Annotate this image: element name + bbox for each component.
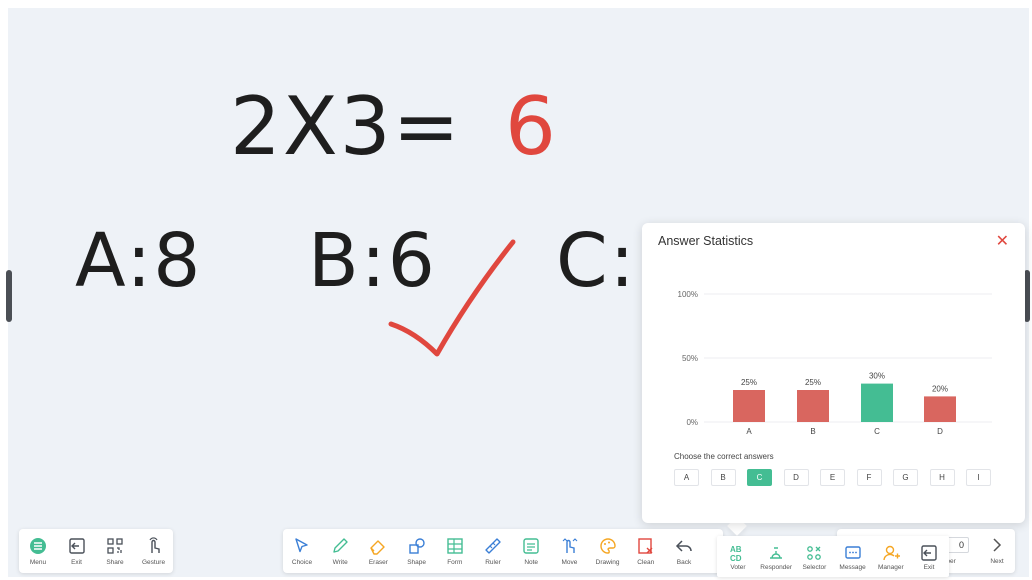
tool-menu-button[interactable]: Menu [19, 529, 57, 573]
answer-option-b[interactable]: B [710, 469, 736, 486]
next-label: Next [990, 558, 1004, 565]
chevron-right-icon [993, 538, 1002, 552]
x-tick-label: A [746, 427, 752, 436]
tool-drawing-button[interactable]: Drawing [589, 529, 627, 573]
y-tick-label: 50% [682, 354, 698, 363]
selector-icon [807, 546, 822, 560]
bar-a [733, 390, 765, 422]
exit-icon [68, 538, 85, 554]
answer-option-f[interactable]: F [856, 469, 882, 486]
tool-eraser-button[interactable]: Eraser [359, 529, 397, 573]
note-icon [523, 538, 539, 554]
interaction-toolbar: AB CD Voter Responder Selector Message Manager… [717, 536, 949, 577]
bar-b [797, 390, 829, 422]
answer-option-e[interactable]: E [820, 469, 845, 486]
tool-move-button[interactable]: Move [550, 529, 588, 573]
tool-shape-button[interactable]: Shape [398, 529, 436, 573]
svg-text:AB: AB [730, 545, 742, 554]
clean-icon [638, 538, 653, 554]
back-icon [675, 540, 692, 552]
y-tick-label: 0% [686, 418, 698, 427]
share-icon [107, 538, 123, 554]
shape-icon [408, 538, 425, 554]
tool-selector-button[interactable]: Selector [795, 536, 833, 580]
equation-text: 2X3= [230, 80, 462, 173]
left-toolbar: Menu Exit Share Gesture [19, 529, 173, 573]
bar-value-label: 25% [805, 378, 821, 387]
tool-note-button[interactable]: Note [512, 529, 550, 573]
tool-gesture-button[interactable]: Gesture [135, 529, 173, 573]
manager-icon [883, 545, 900, 561]
message-icon [844, 546, 861, 559]
tool-choice-button[interactable]: Choice [283, 529, 321, 573]
x-tick-label: D [937, 427, 943, 436]
tool-write-button[interactable]: Write [321, 529, 359, 573]
checkmark-icon [388, 239, 516, 357]
equation-answer: 6 [505, 80, 558, 173]
ruler-icon [485, 538, 501, 554]
voter-icon: ABCD [730, 545, 742, 563]
tool-message-button[interactable]: Message [834, 536, 872, 580]
option-a-text: A:8 [75, 218, 203, 304]
eraser-icon [370, 540, 386, 555]
left-side-handle[interactable] [6, 270, 12, 322]
exit-icon [921, 545, 937, 561]
gesture-icon [148, 537, 160, 553]
bar-value-label: 30% [869, 372, 885, 381]
main-toolbar: Choice Write Eraser Shape Form Ruler Note Move D… [283, 529, 723, 573]
answer-option-a[interactable]: A [674, 469, 699, 486]
choose-answers-label: Choose the correct answers [674, 452, 774, 461]
move-icon [563, 538, 578, 553]
answer-option-i[interactable]: I [966, 469, 991, 486]
tool-back-button[interactable]: Back [665, 529, 703, 573]
answer-chart: 0% 50% 100% 25% A 25% B 30% C 20% D [678, 290, 992, 436]
answer-option-d[interactable]: D [783, 469, 809, 486]
tool-label: Gesture [141, 559, 166, 566]
tool-responder-button[interactable]: Responder [757, 536, 795, 580]
answer-option-g[interactable]: G [893, 469, 918, 486]
tool-share-button[interactable]: Share [96, 529, 134, 573]
drawing-icon [599, 538, 616, 554]
x-tick-label: B [810, 427, 815, 436]
bar-d [924, 396, 956, 422]
answer-option-c[interactable]: C [747, 469, 772, 486]
answer-statistics-panel: Answer Statistics ✕ 0% 50% 100% 25% A 25% B 30%… [642, 223, 1025, 523]
write-icon [333, 538, 348, 553]
y-tick-label: 100% [678, 290, 698, 299]
option-c-text: C: [556, 218, 637, 304]
responder-icon [770, 547, 783, 559]
tool-label: Exit [923, 564, 935, 571]
next-button[interactable]: Next [985, 529, 1009, 573]
bar-c [861, 383, 893, 422]
tool-exit-button[interactable]: Exit [910, 536, 948, 580]
choice-icon [295, 538, 308, 553]
x-tick-label: C [874, 427, 880, 436]
menu-icon [30, 538, 46, 554]
bar-value-label: 25% [741, 378, 757, 387]
tool-label: Back [676, 559, 692, 566]
bar-value-label: 20% [932, 384, 948, 393]
tool-manager-button[interactable]: Manager [872, 536, 910, 580]
form-icon [447, 538, 463, 554]
tool-clean-button[interactable]: Clean [627, 529, 665, 573]
tool-exit-button[interactable]: Exit [58, 529, 96, 573]
tool-voter-button[interactable]: AB CD Voter [719, 536, 757, 580]
answer-option-h[interactable]: H [929, 469, 955, 486]
svg-text:CD: CD [730, 554, 742, 563]
tool-ruler-button[interactable]: Ruler [474, 529, 512, 573]
tool-form-button[interactable]: Form [436, 529, 474, 573]
